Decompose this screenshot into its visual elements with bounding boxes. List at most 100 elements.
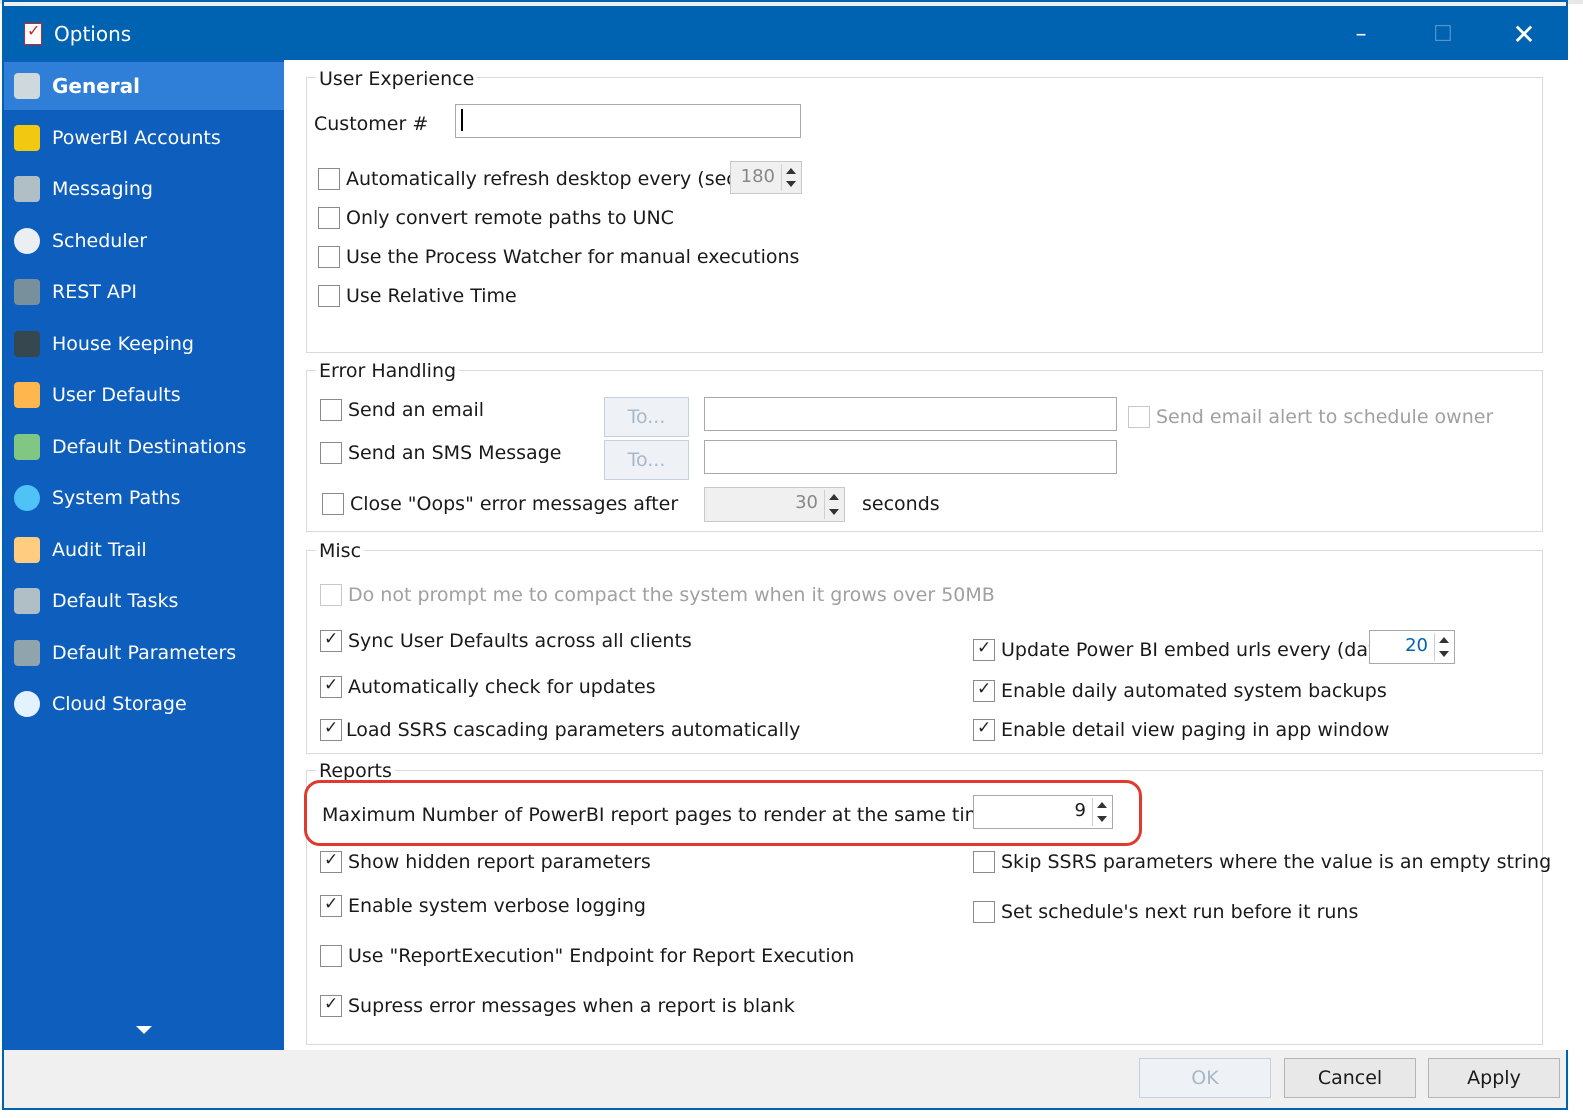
ok-button[interactable]: OK — [1139, 1058, 1271, 1098]
send-sms-label: Send an SMS Message — [348, 442, 562, 464]
customer-field[interactable] — [455, 104, 801, 138]
verbose-logging-checkbox[interactable] — [320, 894, 342, 917]
report-execution-label: Use "ReportExecution" Endpoint for Repor… — [348, 945, 855, 967]
verbose-logging-label: Enable system verbose logging — [348, 895, 646, 917]
sidebar-item-label: General — [52, 74, 140, 98]
embed-urls-stepper[interactable]: 20 — [1369, 630, 1455, 664]
reports-title: Reports — [316, 760, 395, 782]
spinner-arrows-icon[interactable] — [1092, 798, 1110, 826]
scroll-down-icon[interactable] — [136, 1026, 152, 1034]
close-oops-value: 30 — [795, 492, 818, 513]
title-bar[interactable]: Options – ☐ ✕ — [4, 6, 1566, 60]
auto-refresh-checkbox[interactable] — [318, 168, 340, 190]
send-sms-checkbox[interactable] — [320, 442, 342, 464]
next-run-checkbox[interactable] — [973, 901, 995, 923]
unc-checkbox[interactable] — [318, 207, 340, 229]
sms-to-button[interactable]: To... — [604, 440, 689, 480]
sidebar-item-rest-api[interactable]: REST API — [4, 268, 284, 316]
sidebar-item-system-paths[interactable]: System Paths — [4, 474, 284, 522]
relative-time-checkbox[interactable] — [318, 285, 340, 307]
embed-urls-checkbox[interactable] — [973, 638, 995, 661]
sidebar-item-cloud-storage[interactable]: Cloud Storage — [4, 680, 284, 728]
hidden-params-checkbox[interactable] — [320, 850, 342, 873]
housekeeping-icon — [14, 331, 40, 357]
spinner-arrows-icon[interactable] — [781, 164, 799, 191]
daily-backups-checkbox[interactable] — [973, 679, 995, 702]
auto-update-checkbox[interactable] — [320, 675, 342, 698]
app-icon — [24, 21, 42, 45]
error-handling-title: Error Handling — [316, 360, 460, 382]
schedule-owner-checkbox[interactable] — [1128, 406, 1150, 428]
users-icon — [14, 382, 40, 408]
detail-paging-label: Enable detail view paging in app window — [1001, 719, 1390, 741]
sidebar-item-label: Cloud Storage — [52, 693, 187, 715]
sync-defaults-checkbox[interactable] — [320, 629, 342, 652]
detail-paging-checkbox[interactable] — [973, 718, 995, 741]
clock-icon — [14, 228, 40, 254]
sidebar-item-default-tasks[interactable]: Default Tasks — [4, 577, 284, 625]
sidebar-item-label: Audit Trail — [52, 539, 147, 561]
sidebar-item-house-keeping[interactable]: House Keeping — [4, 320, 284, 368]
sidebar-item-label: House Keeping — [52, 333, 194, 355]
general-icon — [14, 73, 40, 99]
send-email-label: Send an email — [348, 399, 485, 421]
ssrs-cascading-checkbox[interactable] — [320, 718, 342, 741]
auto-update-label: Automatically check for updates — [348, 676, 656, 698]
spinner-arrows-icon[interactable] — [824, 490, 842, 519]
email-to-button[interactable]: To... — [604, 397, 689, 437]
audit-icon — [14, 537, 40, 563]
close-button[interactable]: ✕ — [1492, 10, 1556, 60]
embed-urls-label: Update Power BI embed urls every (days) — [1001, 639, 1397, 661]
sidebar-item-audit-trail[interactable]: Audit Trail — [4, 526, 284, 574]
process-watcher-checkbox[interactable] — [318, 246, 340, 268]
sms-to-field[interactable] — [704, 440, 1117, 474]
sidebar-item-label: User Defaults — [52, 384, 181, 406]
destinations-icon — [14, 434, 40, 460]
auto-refresh-stepper[interactable]: 180 — [730, 161, 802, 194]
ssrs-cascading-label: Load SSRS cascading parameters automatic… — [346, 719, 801, 741]
skip-ssrs-checkbox[interactable] — [973, 851, 995, 873]
daily-backups-label: Enable daily automated system backups — [1001, 680, 1387, 702]
sidebar-item-scheduler[interactable]: Scheduler — [4, 217, 284, 265]
misc-title: Misc — [316, 540, 365, 562]
sidebar-item-general[interactable]: General — [4, 62, 284, 110]
sidebar-item-powerbi-accounts[interactable]: PowerBI Accounts — [4, 114, 284, 162]
send-email-checkbox[interactable] — [320, 399, 342, 421]
suppress-errors-checkbox[interactable] — [320, 994, 342, 1017]
maximize-button[interactable]: ☐ — [1411, 10, 1475, 60]
report-execution-checkbox[interactable] — [320, 945, 342, 967]
apply-button[interactable]: Apply — [1428, 1058, 1560, 1098]
sidebar-item-default-parameters[interactable]: Default Parameters — [4, 629, 284, 677]
rest-api-icon — [14, 279, 40, 305]
suppress-errors-label: Supress error messages when a report is … — [348, 995, 795, 1017]
sidebar-item-label: PowerBI Accounts — [52, 127, 221, 149]
close-oops-stepper[interactable]: 30 — [704, 487, 845, 522]
compact-checkbox[interactable] — [320, 584, 342, 606]
cancel-button[interactable]: Cancel — [1284, 1058, 1416, 1098]
minimize-button[interactable]: – — [1329, 10, 1393, 60]
messaging-icon — [14, 176, 40, 202]
dialog-footer: OK Cancel Apply — [4, 1050, 1566, 1108]
sidebar-item-user-defaults[interactable]: User Defaults — [4, 371, 284, 419]
sidebar-item-messaging[interactable]: Messaging — [4, 165, 284, 213]
sidebar-item-default-destinations[interactable]: Default Destinations — [4, 423, 284, 471]
close-oops-checkbox[interactable] — [322, 493, 344, 515]
sidebar: General PowerBI Accounts Messaging Sched… — [4, 60, 284, 1050]
max-pages-value: 9 — [1074, 800, 1086, 821]
email-to-field[interactable] — [704, 397, 1117, 431]
auto-refresh-value: 180 — [740, 166, 775, 187]
unc-label: Only convert remote paths to UNC — [346, 207, 674, 229]
sidebar-item-label: REST API — [52, 281, 137, 303]
spinner-arrows-icon[interactable] — [1434, 633, 1452, 661]
skip-ssrs-label: Skip SSRS parameters where the value is … — [1001, 851, 1552, 873]
sidebar-item-label: Messaging — [52, 178, 153, 200]
options-dialog: Options – ☐ ✕ General PowerBI Accounts M… — [2, 0, 1568, 1110]
sidebar-item-label: Default Tasks — [52, 590, 179, 612]
sidebar-item-label: Default Parameters — [52, 642, 237, 664]
sync-defaults-label: Sync User Defaults across all clients — [348, 630, 692, 652]
max-pages-label: Maximum Number of PowerBI report pages t… — [322, 804, 995, 826]
sidebar-item-label: System Paths — [52, 487, 181, 509]
max-pages-stepper[interactable]: 9 — [973, 795, 1113, 829]
close-oops-label: Close "Oops" error messages after — [350, 493, 679, 515]
embed-urls-value: 20 — [1405, 635, 1428, 656]
